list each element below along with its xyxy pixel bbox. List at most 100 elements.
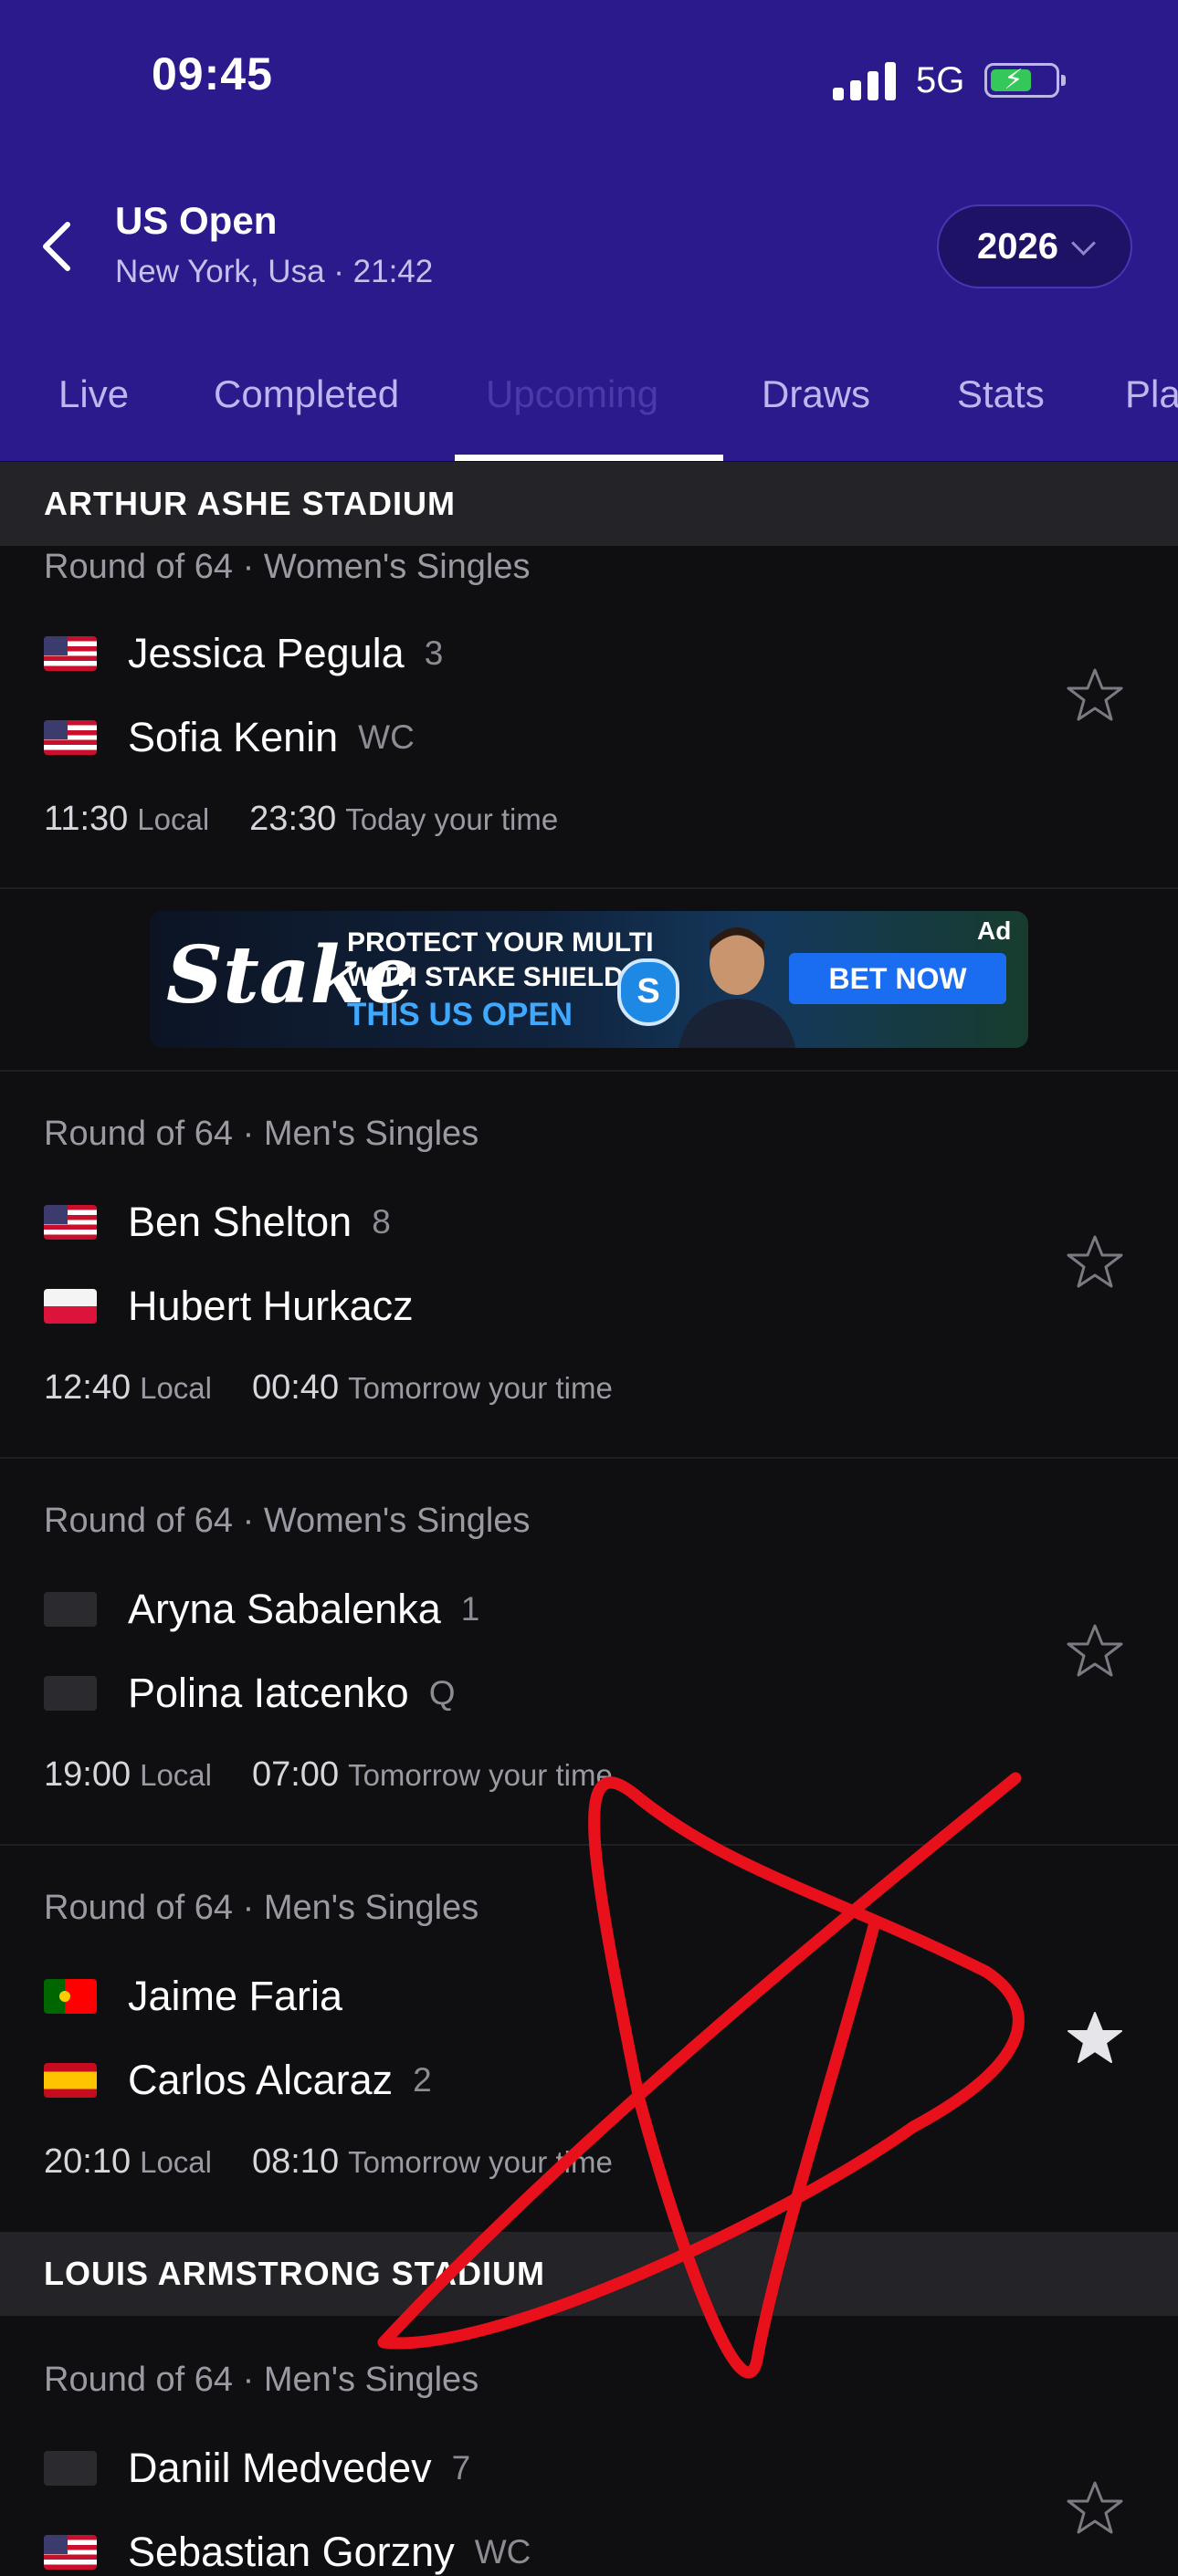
- player-seed: WC: [474, 2533, 531, 2571]
- page-subtitle: New York, Usa · 21:42: [115, 254, 434, 289]
- player-row: Sebastian Gorzny WC: [44, 2529, 531, 2576]
- spain-flag-icon: [44, 2063, 97, 2098]
- local-label: Local: [140, 1758, 212, 1792]
- ad-label: Ad: [977, 916, 1012, 945]
- player-name: Daniil Medvedev: [128, 2445, 432, 2491]
- player-name: Polina Iatcenko: [128, 1670, 409, 1716]
- tab-players[interactable]: Pla: [1125, 372, 1178, 416]
- favorite-star-filled-icon[interactable]: [1065, 2009, 1125, 2068]
- portugal-flag-icon: [44, 1979, 97, 2014]
- battery-icon: ⚡: [984, 63, 1067, 98]
- status-time: 09:45: [152, 48, 273, 99]
- status-icons: 5G ⚡: [833, 55, 1067, 106]
- player-seed: WC: [358, 718, 415, 756]
- player-name: Sofia Kenin: [128, 714, 339, 760]
- tab-live[interactable]: Live: [58, 372, 129, 416]
- us-flag-icon: [44, 1205, 97, 1240]
- player-row: Ben Shelton 8: [44, 1199, 391, 1246]
- flag-placeholder-icon: [44, 1676, 97, 1711]
- tab-draws[interactable]: Draws: [762, 372, 870, 416]
- ad-text: PROTECT YOUR MULTI: [347, 927, 654, 958]
- your-time: 00:40: [251, 1368, 340, 1407]
- flag-placeholder-icon: [44, 2451, 97, 2486]
- match-round: Round of 64 · Men's Singles: [44, 1889, 479, 1927]
- player-seed: Q: [428, 1674, 456, 1712]
- your-time: 23:30: [249, 800, 337, 838]
- your-time: 08:10: [251, 2142, 340, 2181]
- player-seed: 3: [424, 634, 444, 672]
- back-arrow-icon[interactable]: [38, 219, 77, 274]
- player-row: Sofia Kenin WC: [44, 714, 415, 761]
- divider: [0, 887, 1178, 889]
- us-flag-icon: [44, 2535, 97, 2570]
- local-time: 11:30: [44, 800, 129, 838]
- us-flag-icon: [44, 636, 97, 671]
- player-row: Aryna Sabalenka 1: [44, 1586, 479, 1633]
- local-time: 12:40: [44, 1368, 131, 1407]
- favorite-star-icon[interactable]: [1065, 666, 1125, 725]
- player-name: Jaime Faria: [128, 1973, 343, 2019]
- player-name: Ben Shelton: [128, 1199, 352, 1245]
- player-row: Hubert Hurkacz: [44, 1283, 434, 1330]
- local-label: Local: [140, 1371, 212, 1405]
- section-title: LOUIS ARMSTRONG STADIUM: [44, 2255, 545, 2292]
- match-round: Round of 64 · Men's Singles: [44, 1115, 479, 1153]
- section-header: LOUIS ARMSTRONG STADIUM: [0, 2232, 1178, 2316]
- chevron-down-icon: [1071, 230, 1096, 256]
- ad-text: WITH STAKE SHIELD: [347, 962, 624, 992]
- tab-upcoming[interactable]: Upcoming: [486, 372, 658, 416]
- tab-bar: Live Completed Upcoming Draws Stats Pla: [0, 351, 1178, 460]
- page-title: US Open: [115, 199, 278, 242]
- your-time-label: Tomorrow your time: [348, 2145, 613, 2179]
- poland-flag-icon: [44, 1289, 97, 1324]
- match-round: Round of 64 · Women's Singles: [44, 548, 531, 586]
- your-time-label: Today your time: [345, 802, 559, 836]
- app-header: 09:45 5G ⚡ US Open New York, Usa · 21:42…: [0, 0, 1178, 461]
- player-seed: 2: [413, 2061, 432, 2099]
- year-selector[interactable]: 2026: [937, 204, 1132, 288]
- flag-placeholder-icon: [44, 1592, 97, 1627]
- favorite-star-icon[interactable]: [1065, 2479, 1125, 2538]
- favorite-star-icon[interactable]: [1065, 1233, 1125, 1292]
- player-row: Jaime Faria: [44, 1973, 363, 2020]
- network-label: 5G: [916, 59, 965, 100]
- us-flag-icon: [44, 720, 97, 755]
- signal-icon: [833, 60, 896, 100]
- your-time: 07:00: [251, 1755, 340, 1794]
- ad-banner[interactable]: Stake PROTECT YOUR MULTI WITH STAKE SHIE…: [150, 911, 1028, 1048]
- player-name: Carlos Alcaraz: [128, 2057, 394, 2103]
- match-round: Round of 64 · Women's Singles: [44, 1502, 531, 1540]
- ad-text: THIS US OPEN: [347, 997, 573, 1032]
- player-row: Carlos Alcaraz 2: [44, 2057, 432, 2104]
- local-label: Local: [140, 2145, 212, 2179]
- divider: [0, 1070, 1178, 1072]
- player-name: Sebastian Gorzny: [128, 2529, 455, 2575]
- your-time-label: Tomorrow your time: [348, 1371, 613, 1405]
- section-title: ARTHUR ASHE STADIUM: [44, 485, 456, 522]
- local-time: 20:10: [44, 2142, 131, 2181]
- match-times: 11:30 Local 23:30 Today your time: [44, 800, 558, 839]
- year-label: 2026: [977, 225, 1058, 267]
- divider: [0, 1457, 1178, 1459]
- local-time: 19:00: [44, 1755, 131, 1794]
- active-tab-indicator: [455, 455, 723, 461]
- player-row: Jessica Pegula 3: [44, 630, 443, 677]
- player-row: Polina Iatcenko Q: [44, 1670, 456, 1717]
- match-times: 12:40 Local 00:40 Tomorrow your time: [44, 1368, 613, 1408]
- player-name: Aryna Sabalenka: [128, 1586, 441, 1632]
- match-times: 19:00 Local 07:00 Tomorrow your time: [44, 1755, 613, 1795]
- tab-completed[interactable]: Completed: [214, 372, 399, 416]
- player-name: Hubert Hurkacz: [128, 1283, 414, 1329]
- section-header: ARTHUR ASHE STADIUM: [0, 462, 1178, 546]
- favorite-star-icon[interactable]: [1065, 1622, 1125, 1681]
- player-name: Jessica Pegula: [128, 630, 405, 676]
- player-seed: 8: [372, 1203, 391, 1241]
- tab-stats[interactable]: Stats: [957, 372, 1045, 416]
- player-seed: 1: [460, 1590, 480, 1628]
- ad-person-image: [678, 927, 796, 1048]
- match-round: Round of 64 · Men's Singles: [44, 2361, 479, 2399]
- player-seed: 7: [451, 2449, 471, 2487]
- match-times: 20:10 Local 08:10 Tomorrow your time: [44, 2142, 613, 2182]
- bet-now-button[interactable]: BET NOW: [789, 953, 1006, 1004]
- local-label: Local: [137, 802, 210, 836]
